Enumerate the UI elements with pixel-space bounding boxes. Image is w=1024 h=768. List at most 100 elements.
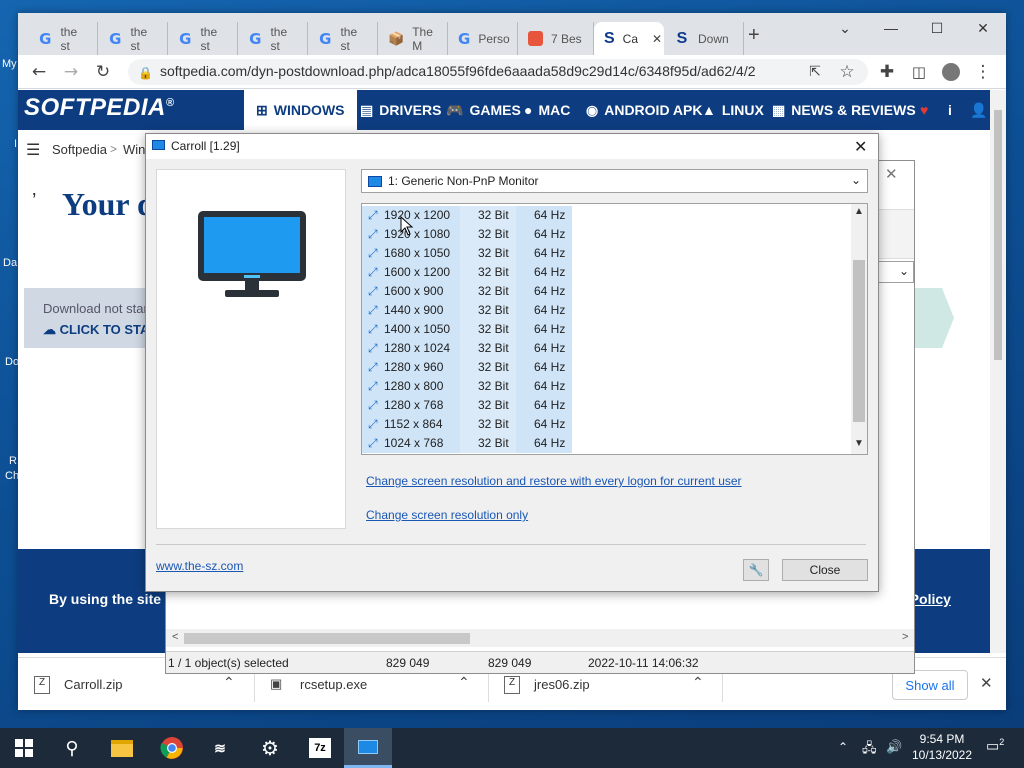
- desktop-icon-label[interactable]: Do: [5, 356, 19, 368]
- resolution-list[interactable]: ⤢ 1920 x 1200 32 Bit 64 Hz ⤢ 1920 x 1080 32 Bi…: [361, 203, 868, 455]
- desktop-icon-label[interactable]: Ch: [5, 470, 19, 482]
- desktop-icon-label[interactable]: R: [9, 455, 17, 467]
- page-scrollbar-thumb[interactable]: [994, 110, 1002, 360]
- change-resolution-restore-link[interactable]: Change screen resolution and restore wit…: [366, 474, 742, 488]
- resolution-row[interactable]: ⤢ 1600 x 900 32 Bit 64 Hz: [362, 282, 572, 301]
- resolution-row[interactable]: ⤢ 1280 x 800 32 Bit 64 Hz: [362, 377, 572, 396]
- browser-tab[interactable]: 7 Bes: [518, 22, 594, 55]
- settings-gear-icon[interactable]: ⚙: [246, 728, 294, 768]
- show-all-button[interactable]: Show all: [892, 670, 968, 700]
- extensions-icon[interactable]: ✚: [874, 59, 900, 85]
- monitor-dropdown[interactable]: 1: Generic Non-PnP Monitor ⌄: [361, 169, 868, 193]
- new-tab-button[interactable]: +: [748, 24, 760, 47]
- change-resolution-only-link[interactable]: Change screen resolution only: [366, 508, 528, 522]
- desktop-icon-label[interactable]: I: [14, 138, 17, 150]
- menu-icon[interactable]: ⋮: [970, 59, 996, 85]
- nav-games[interactable]: 🎮 GAMES: [446, 90, 521, 130]
- desktop-icon-label[interactable]: Da: [3, 257, 17, 269]
- nav-linux[interactable]: ▲ LINUX: [702, 90, 764, 130]
- nav-news[interactable]: ▦ NEWS & REVIEWS: [772, 90, 916, 130]
- resolution-row[interactable]: ⤢ 1920 x 1080 32 Bit 64 Hz: [362, 225, 572, 244]
- browser-tab[interactable]: Gthe st: [168, 22, 238, 55]
- forward-icon[interactable]: →: [58, 59, 84, 85]
- lock-icon[interactable]: 🔒: [138, 66, 153, 80]
- bookmark-star-icon[interactable]: ☆: [834, 59, 860, 85]
- fm-hscroll-thumb[interactable]: [184, 633, 470, 644]
- back-icon[interactable]: ←: [26, 59, 52, 85]
- breadcrumb-item[interactable]: Win: [123, 142, 145, 157]
- browser-tab[interactable]: Gthe st: [238, 22, 308, 55]
- resolution-row[interactable]: ⤢ 1680 x 1050 32 Bit 64 Hz: [362, 244, 572, 263]
- volume-icon[interactable]: 🔊: [886, 739, 902, 755]
- network-icon[interactable]: 🖧: [862, 739, 877, 761]
- nav-android[interactable]: ◉ ANDROID APK: [586, 90, 702, 130]
- settings-wrench-icon[interactable]: 🔧: [743, 559, 769, 581]
- resolution-row[interactable]: ⤢ 1152 x 864 32 Bit 64 Hz: [362, 415, 572, 434]
- minimize-icon[interactable]: —: [868, 13, 914, 43]
- share-icon[interactable]: ⇱: [802, 59, 828, 85]
- browser-tab[interactable]: 📦 The M: [378, 22, 448, 55]
- 7zip-icon[interactable]: 7z: [296, 728, 344, 768]
- desktop-icon-label[interactable]: My: [2, 58, 17, 70]
- dialog-close-icon[interactable]: ✕: [854, 137, 867, 157]
- resolution-row[interactable]: ⤢ 1440 x 900 32 Bit 64 Hz: [362, 301, 572, 320]
- chevron-up-icon[interactable]: ⌃: [223, 674, 235, 691]
- maximize-icon[interactable]: ☐: [914, 13, 960, 43]
- list-scrollbar[interactable]: ▲ ▼: [851, 204, 867, 454]
- website-link[interactable]: www.the-sz.com: [156, 559, 243, 573]
- resolution-row[interactable]: ⤢ 1920 x 1200 32 Bit 64 Hz: [362, 206, 572, 225]
- search-icon[interactable]: ⚲: [48, 728, 96, 768]
- close-button[interactable]: Close: [782, 559, 868, 581]
- resolution-row[interactable]: ⤢ 1280 x 960 32 Bit 64 Hz: [362, 358, 572, 377]
- hamburger-icon[interactable]: ☰: [26, 140, 40, 160]
- resolution-row[interactable]: ⤢ 1280 x 768 32 Bit 64 Hz: [362, 396, 572, 415]
- chevron-up-icon[interactable]: ⌃: [458, 674, 470, 691]
- list-scrollbar-thumb[interactable]: [853, 260, 865, 422]
- nav-drivers[interactable]: ▤ DRIVERS: [360, 90, 441, 130]
- browser-tab[interactable]: Gthe st: [308, 22, 378, 55]
- url-text[interactable]: softpedia.com/dyn-postdownload.php/adca1…: [160, 63, 756, 79]
- nav-windows[interactable]: ⊞ WINDOWS: [244, 90, 357, 130]
- start-button[interactable]: [0, 728, 48, 768]
- reload-icon[interactable]: ↻: [90, 59, 116, 85]
- app-icon[interactable]: ≋: [196, 728, 244, 768]
- profile-icon[interactable]: [938, 59, 964, 85]
- sidepanel-icon[interactable]: ◫: [906, 59, 932, 85]
- chevron-up-icon[interactable]: ⌃: [838, 740, 848, 754]
- page-scrollbar[interactable]: [990, 90, 1006, 653]
- fm-close-icon[interactable]: ✕: [885, 165, 898, 183]
- fm-hscroll[interactable]: < >: [166, 629, 914, 647]
- breadcrumb-home[interactable]: Softpedia: [52, 142, 107, 157]
- side-arrow[interactable]: [914, 288, 954, 348]
- scroll-left-icon[interactable]: <: [172, 631, 178, 643]
- scroll-right-icon[interactable]: >: [902, 631, 908, 643]
- scroll-down-icon[interactable]: ▼: [854, 438, 864, 449]
- close-window-icon[interactable]: ✕: [960, 13, 1006, 43]
- chevron-up-icon[interactable]: ⌃: [692, 674, 704, 691]
- nav-mac[interactable]: ● MAC: [524, 90, 570, 130]
- dialog-titlebar[interactable]: Carroll [1.29] ✕: [146, 134, 878, 159]
- resolution-row[interactable]: ⤢ 1400 x 1050 32 Bit 64 Hz: [362, 320, 572, 339]
- file-explorer-icon[interactable]: [98, 728, 146, 768]
- browser-tab-active[interactable]: S Ca ✕: [594, 22, 664, 55]
- notification-icon[interactable]: ▭2: [986, 737, 1004, 755]
- scroll-up-icon[interactable]: ▲: [854, 206, 864, 217]
- browser-tab[interactable]: Gthe st: [28, 22, 98, 55]
- site-logo[interactable]: SOFTPEDIA®: [24, 94, 174, 122]
- info-icon[interactable]: i: [948, 90, 952, 130]
- heart-icon[interactable]: ♥: [920, 90, 928, 130]
- resolution-row[interactable]: ⤢ 1280 x 1024 32 Bit 64 Hz: [362, 339, 572, 358]
- clock[interactable]: 9:54 PM 10/13/2022: [910, 732, 974, 762]
- close-tab-icon[interactable]: ✕: [652, 32, 662, 46]
- tab-search-icon[interactable]: ⌄: [822, 13, 868, 43]
- browser-tab[interactable]: S Down: [664, 22, 744, 55]
- browser-tab[interactable]: Gthe st: [98, 22, 168, 55]
- resolution-row[interactable]: ⤢ 1024 x 768 32 Bit 64 Hz: [362, 434, 572, 453]
- browser-tab[interactable]: G Perso: [448, 22, 518, 55]
- carroll-taskbar-button[interactable]: [344, 728, 392, 768]
- chrome-icon[interactable]: [148, 728, 196, 768]
- close-downloads-icon[interactable]: ✕: [980, 674, 993, 692]
- download-item[interactable]: Z Carroll.zip: [34, 658, 123, 711]
- resolution-row[interactable]: ⤢ 1600 x 1200 32 Bit 64 Hz: [362, 263, 572, 282]
- user-icon[interactable]: 👤: [970, 90, 987, 130]
